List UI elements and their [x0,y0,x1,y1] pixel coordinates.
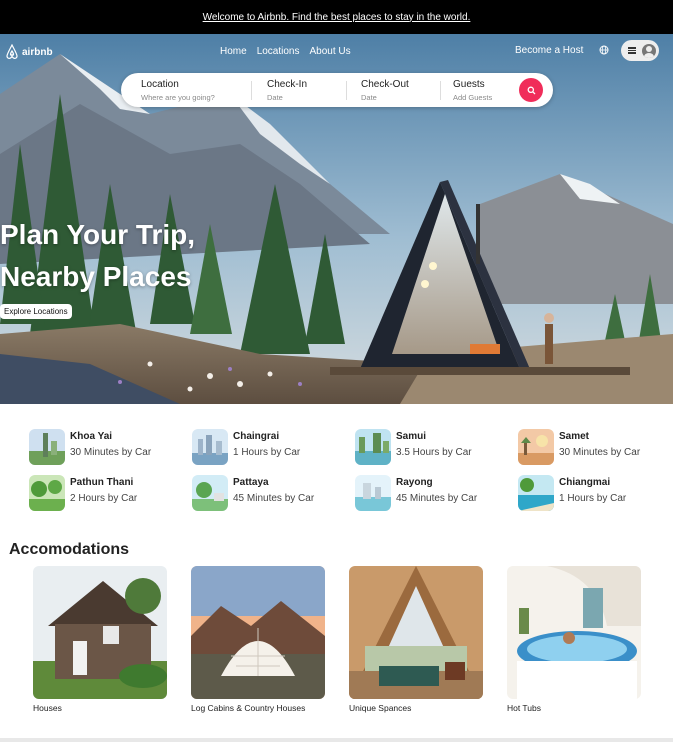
nav-link-about[interactable]: About Us [310,46,351,57]
user-menu-button[interactable] [621,40,659,61]
nearby-places: Khoa Yai 30 Minutes by Car Chaingrai 1 H… [0,404,673,524]
page-bottom-divider [0,738,673,742]
search-icon [527,86,535,94]
guests-placeholder: Add Guests [453,93,493,102]
nearby-place-card[interactable]: Chaingrai 1 Hours by Car [192,429,300,465]
accommodation-label: Houses [33,703,62,713]
location-field[interactable]: Location Where are you going? [141,79,215,102]
search-divider [346,81,347,100]
place-thumbnail [355,475,391,511]
place-duration: 30 Minutes by Car [70,447,152,458]
accommodation-image [349,566,483,699]
checkout-placeholder: Date [361,93,377,102]
menu-icon [628,47,636,54]
place-name: Khoa Yai [70,431,113,442]
place-thumbnail [29,429,65,465]
search-divider [251,81,252,100]
checkin-field[interactable]: Check-In Date [267,79,307,102]
announcement-link[interactable]: Welcome to Airbnb. Find the best places … [203,12,471,23]
accommodation-card[interactable]: Hot Tubs [507,566,641,713]
nearby-place-card[interactable]: Samui 3.5 Hours by Car [355,429,472,465]
location-label: Location [141,79,179,90]
search-bar: Location Where are you going? Check-In D… [121,73,553,107]
user-avatar-icon [642,43,656,58]
become-host-link[interactable]: Become a Host [515,45,583,56]
checkin-label: Check-In [267,79,308,90]
accommodation-image [33,566,167,699]
place-thumbnail [192,475,228,511]
place-name: Samet [559,431,590,442]
nearby-place-card[interactable]: Chiangmai 1 Hours by Car [518,475,626,511]
place-thumbnail [355,429,391,465]
place-name: Rayong [396,477,433,488]
accommodation-image [507,566,641,699]
nav-link-home[interactable]: Home [220,46,247,57]
airbnb-logo-icon [6,44,18,59]
nav-links: Home Locations About Us [220,46,361,57]
checkout-label: Check-Out [361,79,409,90]
explore-locations-button[interactable]: Explore Locations [0,304,72,319]
guests-label: Guests [453,79,485,90]
place-name: Pathun Thani [70,477,134,488]
place-duration: 2 Hours by Car [70,493,138,504]
accommodations-title: Accomodations [9,541,130,558]
checkin-placeholder: Date [267,93,283,102]
place-duration: 30 Minutes by Car [559,447,641,458]
guests-field[interactable]: Guests Add Guests [453,79,492,102]
accommodation-label: Unique Spances [349,703,412,713]
hero-title-line1: Plan Your Trip, [0,219,196,250]
brand-logo[interactable]: airbnb [5,44,53,60]
place-name: Samui [396,431,427,442]
accommodation-card[interactable]: Unique Spances [349,566,483,713]
accommodation-label: Log Cabins & Country Houses [191,703,306,713]
accommodation-label: Hot Tubs [507,703,542,713]
place-duration: 1 Hours by Car [559,493,627,504]
place-name: Chaingrai [233,431,280,442]
nav-link-locations[interactable]: Locations [257,46,300,57]
search-button[interactable] [519,78,543,102]
accommodation-image [191,566,325,699]
nearby-place-card[interactable]: Rayong 45 Minutes by Car [355,475,477,511]
brand-name: airbnb [22,46,53,58]
place-thumbnail [29,475,65,511]
place-thumbnail [518,429,554,465]
nearby-place-card[interactable]: Khoa Yai 30 Minutes by Car [29,429,151,465]
nearby-place-card[interactable]: Pathun Thani 2 Hours by Car [29,475,137,511]
search-divider [440,81,441,100]
nearby-place-card[interactable]: Samet 30 Minutes by Car [518,429,640,465]
location-placeholder: Where are you going? [141,93,215,102]
accommodation-card[interactable]: Houses [33,566,167,713]
place-duration: 45 Minutes by Car [396,493,478,504]
accommodation-card[interactable]: Log Cabins & Country Houses [191,566,325,713]
hero-title-line2: Nearby Places [0,261,192,292]
place-duration: 45 Minutes by Car [233,493,315,504]
place-thumbnail [518,475,554,511]
checkout-field[interactable]: Check-Out Date [361,79,409,102]
top-nav: airbnb Home Locations About Us Become a … [0,34,673,70]
announcement-bar: Welcome to Airbnb. Find the best places … [0,0,673,34]
nearby-place-card[interactable]: Pattaya 45 Minutes by Car [192,475,314,511]
place-name: Pattaya [233,477,269,488]
place-name: Chiangmai [559,477,611,488]
place-duration: 1 Hours by Car [233,447,301,458]
place-thumbnail [192,429,228,465]
globe-icon[interactable] [599,45,609,55]
hero-title: Plan Your Trip, Nearby Places [0,214,195,298]
place-duration: 3.5 Hours by Car [396,447,472,458]
